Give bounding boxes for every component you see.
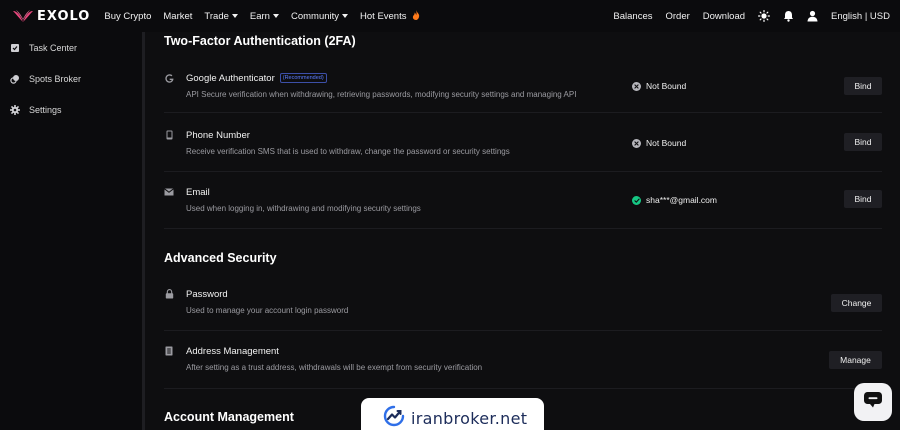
google-authenticator-title-text: Google Authenticator bbox=[186, 73, 275, 84]
nav-community[interactable]: Community bbox=[290, 10, 349, 22]
status-text: Not Bound bbox=[646, 81, 687, 91]
order-link[interactable]: Order bbox=[665, 11, 689, 22]
gear-icon bbox=[10, 104, 20, 115]
security-main-panel: Two-Factor Authentication (2FA) Google A… bbox=[145, 32, 900, 430]
broker-icon bbox=[10, 74, 20, 84]
bell-icon[interactable] bbox=[783, 10, 794, 22]
password-desc: Used to manage your account login passwo… bbox=[186, 306, 349, 315]
email-title: Email bbox=[186, 187, 210, 198]
nav-earn[interactable]: Earn bbox=[250, 11, 279, 22]
check-circle-icon bbox=[632, 195, 641, 205]
iranbroker-logo-icon bbox=[383, 405, 405, 430]
address-book-icon bbox=[164, 346, 174, 356]
chevron-down-icon bbox=[272, 14, 279, 18]
nav-market-label: Market bbox=[163, 10, 193, 22]
change-password-button[interactable]: Change bbox=[831, 294, 882, 312]
google-authenticator-row: Google Authenticator (Recommended) API Se… bbox=[164, 73, 882, 113]
sidebar-item-spots-broker[interactable]: Spots Broker bbox=[0, 63, 142, 94]
chevron-down-icon bbox=[342, 14, 349, 18]
email-desc: Used when logging in, withdrawing and mo… bbox=[186, 204, 421, 213]
email-status: sha***@gmail.com bbox=[632, 195, 717, 205]
nav-trade-label: Trade bbox=[204, 10, 229, 22]
top-navigation-bar: EXOLO Buy Crypto Market Trade Earn Commu… bbox=[0, 0, 900, 32]
nav-trade[interactable]: Trade bbox=[204, 10, 238, 22]
sun-icon[interactable] bbox=[758, 10, 771, 22]
not-bound-icon bbox=[632, 138, 641, 148]
sidebar: Task Center Spots Broker Settings bbox=[0, 32, 142, 430]
not-bound-icon bbox=[632, 81, 641, 91]
bind-google-button[interactable]: Bind bbox=[844, 77, 882, 95]
phone-icon bbox=[164, 130, 174, 140]
nav-hot-events[interactable]: Hot Events bbox=[360, 11, 406, 22]
user-icon[interactable] bbox=[807, 10, 818, 22]
chat-icon bbox=[863, 391, 883, 414]
logo-mark-icon bbox=[12, 9, 34, 23]
sidebar-item-label: Task Center bbox=[29, 42, 78, 53]
section-title-advanced-security: Advanced Security bbox=[164, 251, 277, 265]
lock-icon bbox=[164, 289, 174, 299]
address-management-row: Address Management After setting as a tr… bbox=[164, 346, 882, 389]
bound-email-text: sha***@gmail.com bbox=[646, 195, 717, 205]
logo-text: EXOLO bbox=[37, 8, 91, 24]
exolo-logo[interactable]: EXOLO bbox=[12, 9, 90, 24]
balances-link[interactable]: Balances bbox=[613, 11, 652, 22]
email-row: Email Used when logging in, withdrawing … bbox=[164, 187, 882, 229]
locale-selector[interactable]: English | USD bbox=[831, 11, 890, 22]
google-icon bbox=[164, 73, 174, 83]
status-text: Not Bound bbox=[646, 138, 687, 148]
address-management-desc: After setting as a trust address, withdr… bbox=[186, 363, 483, 372]
sidebar-item-label: Spots Broker bbox=[29, 73, 82, 84]
recommended-badge: (Recommended) bbox=[279, 73, 327, 83]
address-management-title: Address Management bbox=[186, 346, 279, 357]
bind-email-button[interactable]: Bind bbox=[844, 190, 882, 208]
google-authenticator-desc: API Secure verification when withdrawing… bbox=[186, 90, 577, 99]
sidebar-item-settings[interactable]: Settings bbox=[0, 94, 142, 125]
nav-buy-crypto-label: Buy Crypto bbox=[104, 10, 152, 22]
fire-icon bbox=[412, 9, 420, 23]
download-link[interactable]: Download bbox=[703, 11, 745, 22]
task-icon bbox=[10, 43, 20, 53]
bind-phone-button[interactable]: Bind bbox=[844, 133, 882, 151]
iranbroker-watermark: iranbroker.net bbox=[361, 398, 544, 430]
password-title: Password bbox=[186, 289, 228, 300]
google-authenticator-title: Google Authenticator (Recommended) bbox=[186, 73, 327, 84]
section-title-account-management: Account Management bbox=[164, 410, 294, 424]
phone-number-desc: Receive verification SMS that is used to… bbox=[186, 147, 510, 156]
watermark-text: iranbroker.net bbox=[411, 408, 528, 428]
google-authenticator-status: Not Bound bbox=[632, 81, 686, 91]
nav-community-label: Community bbox=[290, 10, 340, 22]
section-title-2fa: Two-Factor Authentication (2FA) bbox=[164, 34, 356, 48]
nav-hot-events-label: Hot Events bbox=[360, 10, 407, 22]
email-icon bbox=[164, 187, 174, 197]
chat-support-button[interactable] bbox=[854, 383, 892, 421]
sidebar-item-task-center[interactable]: Task Center bbox=[0, 32, 142, 63]
nav-buy-crypto[interactable]: Buy Crypto bbox=[104, 11, 151, 22]
nav-market[interactable]: Market bbox=[163, 11, 192, 22]
header-right-actions: Balances Order Download English | USD bbox=[600, 0, 890, 32]
phone-number-title: Phone Number bbox=[186, 130, 250, 141]
nav-earn-label: Earn bbox=[249, 10, 270, 22]
main-nav: Buy Crypto Market Trade Earn Community H… bbox=[104, 9, 420, 23]
password-row: Password Used to manage your account log… bbox=[164, 289, 882, 331]
manage-address-button[interactable]: Manage bbox=[829, 351, 882, 369]
phone-number-status: Not Bound bbox=[632, 138, 686, 148]
phone-number-row: Phone Number Receive verification SMS th… bbox=[164, 130, 882, 172]
chevron-down-icon bbox=[231, 14, 238, 18]
sidebar-item-label: Settings bbox=[29, 104, 62, 115]
